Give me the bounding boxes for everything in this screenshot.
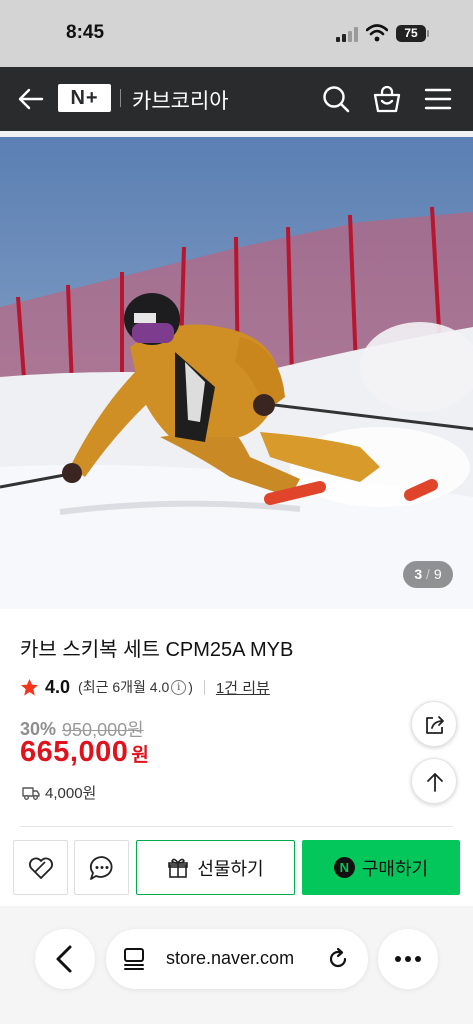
browser-back-icon — [56, 945, 72, 973]
naver-plus-logo[interactable]: N+ — [58, 84, 111, 112]
back-arrow-icon[interactable] — [16, 84, 46, 114]
rating-divider — [203, 679, 205, 695]
npay-icon: N — [333, 857, 355, 878]
rating-row: 4.0 (최근 6개월 4.0 i ) 1건 리뷰 — [20, 676, 270, 698]
cart-icon[interactable] — [372, 84, 402, 114]
scroll-top-button[interactable] — [411, 758, 457, 804]
star-icon — [20, 678, 39, 696]
store-name[interactable]: 카브코리아 — [132, 85, 229, 115]
talk-button[interactable] — [74, 840, 129, 895]
rating-value: 4.0 — [45, 676, 71, 697]
wishlist-button[interactable] — [13, 840, 68, 895]
section-divider — [20, 826, 453, 827]
browser-more-button[interactable] — [378, 929, 438, 989]
more-icon — [395, 956, 421, 962]
heart-icon — [29, 857, 53, 879]
battery-indicator: 75 — [396, 25, 429, 42]
browser-back-button[interactable] — [35, 929, 95, 989]
product-title: 카브 스키복 세트 CPM25A MYB — [20, 639, 294, 661]
counter-current: 3 — [414, 566, 423, 582]
skier-photo-illustration — [0, 137, 473, 609]
chat-icon — [89, 856, 113, 880]
recent-rating: (최근 6개월 4.0 — [78, 679, 170, 695]
cellular-signal-icon — [336, 27, 360, 42]
gift-button[interactable]: 선물하기 — [136, 840, 295, 895]
product-photo[interactable] — [0, 137, 473, 609]
sale-price: 665,000 — [20, 736, 129, 768]
buy-label: 구매하기 — [361, 858, 429, 879]
header-divider — [120, 89, 121, 107]
shipping-row: 4,000원 — [22, 782, 96, 803]
status-time: 8:45 — [66, 22, 105, 43]
logo-text: N+ — [70, 87, 99, 109]
info-icon[interactable]: i — [171, 679, 187, 695]
price-unit: 원 — [131, 745, 149, 766]
menu-icon[interactable] — [423, 84, 453, 114]
price-row: 665,000 원 — [20, 736, 149, 769]
truck-icon — [22, 786, 40, 800]
url-text[interactable]: store.naver.com — [166, 948, 294, 969]
search-icon[interactable] — [321, 84, 351, 114]
tabs-icon — [124, 948, 144, 970]
counter-separator: / — [426, 566, 430, 582]
image-counter: 3 / 9 — [403, 561, 453, 588]
share-button[interactable] — [411, 701, 457, 747]
wifi-icon — [366, 24, 388, 42]
status-bar: 8:45 75 — [0, 0, 473, 67]
counter-total: 9 — [433, 566, 442, 582]
arrow-up-icon — [427, 773, 443, 792]
gift-label: 선물하기 — [197, 858, 264, 879]
recent-rating-close: ) — [188, 679, 193, 695]
review-link[interactable]: 1건 리뷰 — [216, 677, 270, 698]
shipping-fee: 4,000원 — [45, 785, 97, 802]
gift-icon — [168, 858, 189, 878]
share-icon — [426, 716, 444, 734]
reload-icon[interactable] — [326, 947, 350, 971]
buy-button[interactable]: N 구매하기 — [302, 840, 460, 895]
